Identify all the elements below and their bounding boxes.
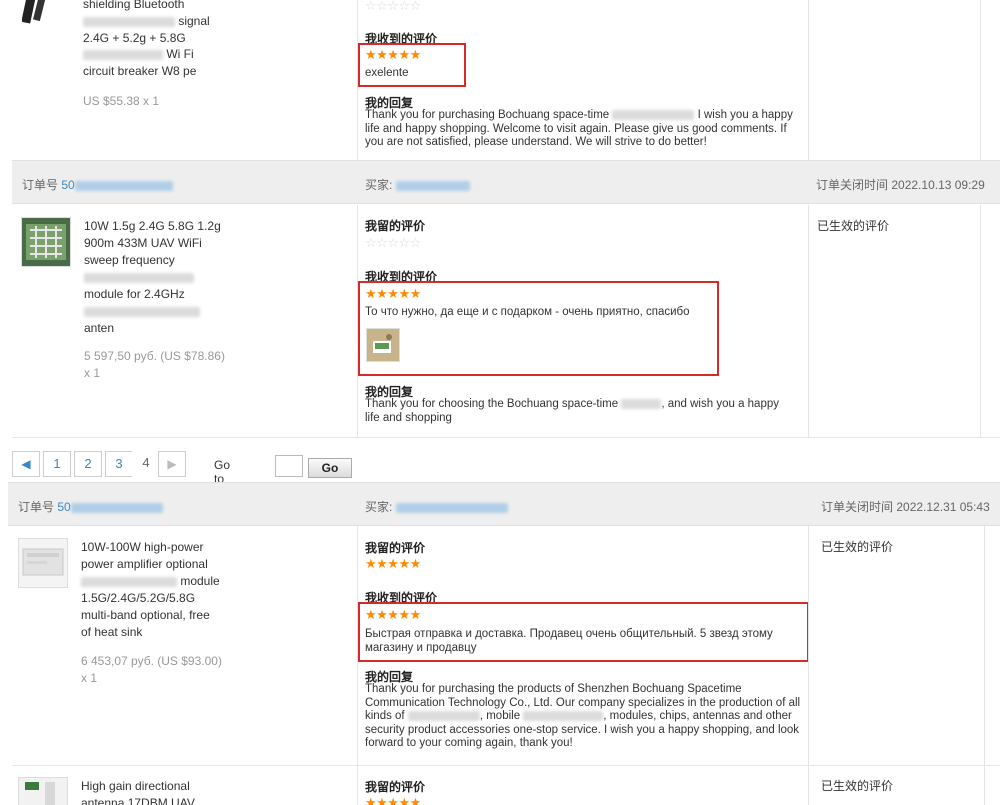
redacted-text (84, 272, 194, 283)
order-number[interactable]: 50 (57, 500, 163, 514)
redacted-text (84, 306, 200, 317)
received-review-stars: ★★★★★ (365, 607, 421, 622)
received-review-text: exelente (365, 67, 409, 79)
column-divider (808, 766, 809, 805)
redacted-text (74, 180, 173, 191)
goto-page-input[interactable] (275, 455, 303, 477)
buyer-name[interactable] (395, 502, 508, 513)
column-divider (357, 526, 358, 766)
product-price: 6 453,07 руб. (US $93.00) x 1 (81, 654, 222, 685)
left-review-title: 我留的评价 (365, 780, 426, 794)
column-divider (984, 766, 985, 805)
product-title[interactable]: 10W-100W high-power power amplifier opti… (81, 539, 221, 641)
reply-text: Thank you for purchasing the products of… (365, 683, 801, 749)
product-price: 5 597,50 руб. (US $78.86) x 1 (84, 349, 225, 380)
page-1-button[interactable]: 1 (43, 451, 71, 477)
redacted-text (70, 502, 163, 513)
column-divider (357, 766, 358, 805)
product-price: US $55.38 x 1 (83, 94, 160, 108)
close-time: 2022.10.13 09:29 (891, 178, 985, 192)
go-button[interactable]: Go (308, 458, 352, 478)
column-divider (980, 0, 981, 160)
page-4-current: 4 (132, 451, 160, 477)
received-review-stars: ★★★★★ (365, 47, 421, 62)
left-review-title: 我留的评价 (365, 219, 426, 233)
column-divider (984, 526, 985, 766)
left-review-stars: ★★★★★ (365, 795, 421, 805)
product-thumbnail[interactable] (21, 217, 71, 267)
left-review-title: 我留的评价 (365, 541, 426, 555)
buyer-name[interactable] (395, 180, 470, 191)
page-2-button[interactable]: 2 (74, 451, 102, 477)
product-thumbnail[interactable] (18, 538, 68, 588)
redacted-text (83, 50, 163, 61)
redacted-text (81, 576, 177, 587)
buyer-label: 买家: (365, 500, 393, 514)
column-divider (357, 0, 358, 160)
left-review-stars: ★★★★★ (365, 556, 421, 571)
prev-page-button[interactable]: ◀ (12, 451, 40, 477)
review-photo[interactable] (366, 328, 400, 362)
redacted-text (83, 16, 175, 27)
product-thumbnail[interactable] (18, 777, 68, 805)
review-status: 已生效的评价 (821, 779, 894, 793)
close-time-label: 订单关闭时间 (816, 178, 889, 192)
order-number-label: 订单号 (22, 178, 59, 192)
row-divider (12, 765, 1000, 766)
column-divider (808, 205, 809, 437)
reply-text: Thank you for choosing the Bochuang spac… (365, 398, 779, 424)
column-divider (808, 526, 809, 766)
left-review-stars: ☆☆☆☆☆ (365, 235, 421, 250)
close-time: 2022.12.31 05:43 (896, 500, 990, 514)
product-title[interactable]: 10W 1.5g 2.4G 5.8G 1.2g 900m 433M UAV Wi… (84, 218, 224, 337)
left-review-stars: ☆☆☆☆☆ (365, 0, 421, 13)
product-title[interactable]: shielding Bluetooth signal 2.4G + 5.2g +… (83, 0, 223, 80)
redacted-text (621, 398, 662, 409)
page-3-button[interactable]: 3 (105, 451, 133, 477)
redacted-text (407, 710, 480, 721)
redacted-text (612, 109, 695, 120)
reply-text: Thank you for purchasing Bochuang space-… (365, 109, 793, 148)
received-review-stars: ★★★★★ (365, 286, 421, 301)
review-status: 已生效的评价 (821, 540, 894, 554)
next-page-button[interactable]: ▶ (158, 451, 186, 477)
order-header: 订单号 50 买家: 订单关闭时间 2022.10.13 09:29 (12, 160, 1000, 204)
column-divider (357, 205, 358, 437)
redacted-text (523, 710, 604, 721)
column-divider (980, 205, 981, 437)
review-status: 已生效的评价 (817, 219, 890, 233)
row-divider (12, 437, 1000, 438)
product-title[interactable]: High gain directional antenna 17DBM UAV (81, 778, 221, 805)
product-thumbnail[interactable] (21, 0, 51, 25)
received-review-text: То что нужно, да еще и с подарком - очен… (365, 306, 690, 318)
received-review-text: Быстрая отправка и доставка. Продавец оч… (365, 628, 773, 654)
order-header: 订单号 50 买家: 订单关闭时间 2022.12.31 05:43 (8, 482, 1000, 526)
column-divider (808, 0, 809, 160)
close-time-label: 订单关闭时间 (821, 500, 894, 514)
buyer-label: 买家: (365, 178, 393, 192)
order-number[interactable]: 50 (61, 178, 173, 192)
order-number-label: 订单号 (18, 500, 55, 514)
